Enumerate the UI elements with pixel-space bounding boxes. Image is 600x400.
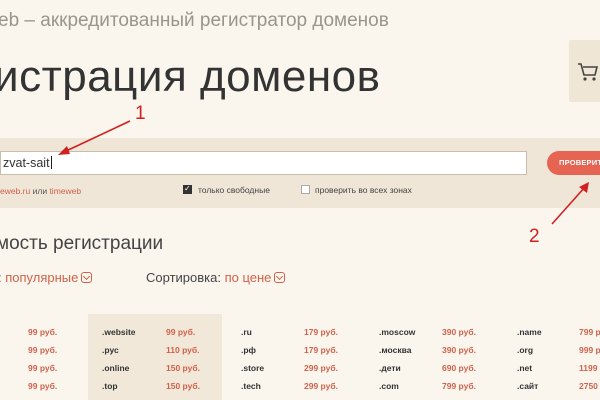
- annotation-number-2: 2: [529, 226, 540, 247]
- domain-price: 99 руб.: [28, 327, 58, 337]
- annotation-number-1: 1: [135, 103, 146, 124]
- domain-price: 150 руб.: [166, 363, 200, 373]
- domain-price: 99 руб.: [28, 363, 58, 373]
- only-free-checkbox[interactable]: [183, 184, 192, 194]
- domain-price: 150 руб.: [166, 381, 200, 391]
- domain-zone[interactable]: .дети: [379, 363, 401, 373]
- domain-price: 179 руб.: [304, 327, 338, 337]
- domain-zone[interactable]: .ru: [241, 327, 252, 337]
- zone-filter[interactable]: : популярные: [0, 270, 93, 285]
- hint-separator: или: [30, 186, 50, 196]
- sort-filter[interactable]: Сортировка: по цене: [146, 270, 286, 285]
- domain-zone[interactable]: .сайт: [517, 381, 538, 391]
- zone-filter-value[interactable]: популярные: [5, 270, 78, 285]
- domain-zone[interactable]: .online: [102, 363, 129, 373]
- domain-price: 1199: [579, 363, 598, 373]
- domain-zone[interactable]: .website: [102, 327, 136, 337]
- domain-price: 179 руб.: [304, 345, 338, 355]
- zone-filter-label: :: [0, 270, 2, 285]
- only-free-label: только свободные: [198, 185, 270, 195]
- domain-zone[interactable]: .net: [517, 363, 532, 373]
- page-title: истрация доменов: [0, 52, 381, 101]
- hint-example-link-1[interactable]: eweb.ru: [0, 186, 30, 196]
- chevron-down-icon[interactable]: [81, 272, 93, 283]
- pricing-section-title: мость регистрации: [0, 233, 164, 254]
- domain-zone[interactable]: .name: [517, 327, 542, 337]
- domain-zone[interactable]: .рус: [102, 345, 119, 355]
- all-zones-checkbox[interactable]: [301, 185, 310, 194]
- domain-zone[interactable]: .store: [241, 363, 264, 373]
- domain-price: 690 руб.: [442, 363, 476, 373]
- domain-price: 390 руб.: [442, 345, 476, 355]
- domain-price: 110 руб.: [166, 345, 200, 355]
- domain-search-input[interactable]: zvat-sait: [0, 151, 527, 175]
- sort-value[interactable]: по цене: [225, 270, 272, 285]
- cart-button[interactable]: [569, 40, 600, 102]
- domain-price: 799 руб.: [442, 381, 476, 391]
- domain-price: 799 р: [579, 327, 600, 337]
- search-input-value: zvat-sait: [3, 156, 50, 170]
- domain-price: 390 руб.: [442, 327, 476, 337]
- domain-price: 99 руб.: [28, 381, 58, 391]
- domain-price: 2750: [579, 381, 598, 391]
- domain-price: 999 р: [579, 345, 600, 355]
- domain-zone[interactable]: .tech: [241, 381, 261, 391]
- text-caret: [50, 156, 52, 169]
- domain-price: 299 руб.: [304, 381, 338, 391]
- site-tagline: eb – аккредитованный регистратор доменов: [0, 10, 389, 31]
- hint-example-link-2[interactable]: timeweb: [49, 186, 81, 196]
- domain-zone[interactable]: .org: [517, 345, 533, 355]
- check-domain-button[interactable]: ПРОВЕРИТЬ: [547, 151, 600, 175]
- domain-zone[interactable]: .рф: [241, 345, 256, 355]
- cart-icon: [578, 63, 599, 81]
- domain-zone[interactable]: .moscow: [379, 327, 415, 337]
- domain-price: 99 руб.: [166, 327, 196, 337]
- domain-price: 99 руб.: [28, 345, 58, 355]
- search-hint: eweb.ru или timeweb: [0, 186, 81, 196]
- sort-label: Сортировка:: [146, 270, 221, 285]
- all-zones-label: проверить во всех зонах: [315, 185, 412, 195]
- domain-zone[interactable]: .top: [102, 381, 118, 391]
- chevron-down-icon[interactable]: [274, 272, 286, 283]
- domain-zone[interactable]: .com: [379, 381, 399, 391]
- domain-price: 299 руб.: [304, 363, 338, 373]
- domain-zone[interactable]: .москва: [379, 345, 411, 355]
